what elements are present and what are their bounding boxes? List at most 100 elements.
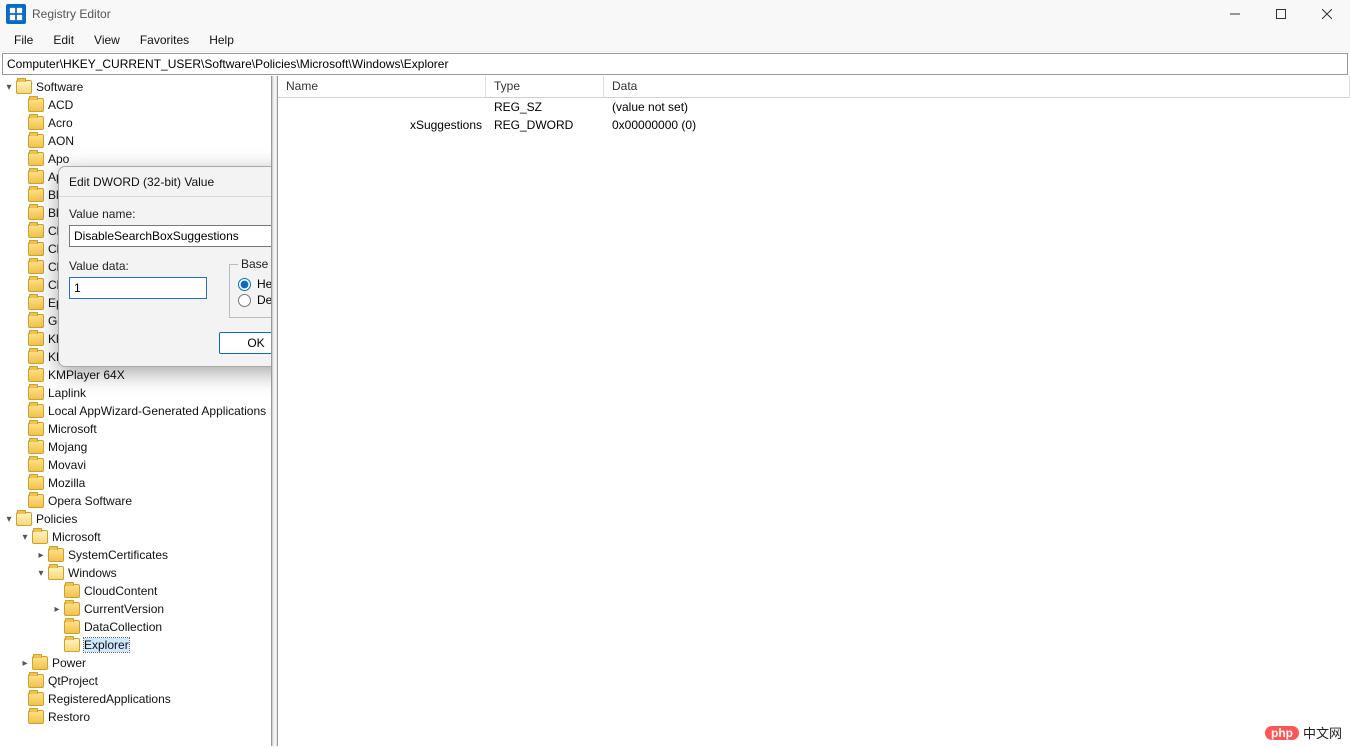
dialog-titlebar[interactable]: Edit DWORD (32-bit) Value [59, 167, 272, 197]
dialog-title: Edit DWORD (32-bit) Value [69, 175, 214, 189]
column-data[interactable]: Data [604, 76, 1350, 97]
menu-help[interactable]: Help [199, 30, 244, 50]
expand-icon[interactable]: ▸ [50, 604, 64, 615]
folder-icon [32, 530, 48, 544]
tree-pane[interactable]: ▾Software ACDAcroAONApoApplBlueBlueChatC… [0, 76, 272, 746]
tree-node[interactable]: Mojang [0, 438, 271, 456]
tree-node[interactable]: KMPlayer 64X [0, 366, 271, 384]
tree-node-qtproject[interactable]: QtProject [0, 672, 271, 690]
folder-icon [28, 260, 44, 274]
radio-decimal[interactable] [238, 294, 251, 307]
value-name-partial: xSuggestions [410, 118, 482, 132]
collapse-icon[interactable]: ▾ [2, 82, 16, 93]
tree-node[interactable]: Laplink [0, 384, 271, 402]
folder-icon [28, 188, 44, 202]
list-row[interactable]: xSuggestions REG_DWORD 0x00000000 (0) [278, 116, 1350, 134]
close-button[interactable] [1304, 0, 1350, 28]
window-controls [1212, 0, 1350, 28]
maximize-button[interactable] [1258, 0, 1304, 28]
folder-icon [28, 440, 44, 454]
ok-button[interactable]: OK [219, 332, 272, 354]
value-data-label: Value data: [69, 259, 229, 273]
folder-icon [64, 602, 80, 616]
list-header: Name Type Data [278, 76, 1350, 98]
address-bar[interactable]: Computer\HKEY_CURRENT_USER\Software\Poli… [2, 53, 1348, 75]
value-type: REG_DWORD [486, 118, 604, 132]
expand-icon[interactable]: ▸ [34, 550, 48, 561]
folder-icon [28, 674, 44, 688]
collapse-icon[interactable]: ▾ [2, 514, 16, 525]
folder-icon [28, 476, 44, 490]
tree-node-systemcertificates[interactable]: ▸SystemCertificates [0, 546, 271, 564]
folder-icon [28, 350, 44, 364]
value-data: 0x00000000 (0) [604, 118, 1350, 132]
folder-icon [28, 224, 44, 238]
column-name[interactable]: Name [278, 76, 486, 97]
titlebar: Registry Editor [0, 0, 1350, 28]
folder-icon [28, 422, 44, 436]
folder-icon [28, 152, 44, 166]
folder-icon [48, 548, 64, 562]
radio-hexadecimal[interactable] [238, 278, 251, 291]
tree-node-explorer[interactable]: Explorer [0, 636, 271, 654]
radio-decimal-label: Decimal [257, 293, 272, 307]
list-row[interactable]: (Default) REG_SZ (value not set) [278, 98, 1350, 116]
folder-icon [28, 494, 44, 508]
address-text: Computer\HKEY_CURRENT_USER\Software\Poli… [7, 57, 448, 71]
collapse-icon[interactable]: ▾ [34, 568, 48, 579]
folder-icon [28, 314, 44, 328]
tree-node-windows[interactable]: ▾Windows [0, 564, 271, 582]
value-type: REG_SZ [486, 100, 604, 114]
folder-icon [28, 458, 44, 472]
folder-icon [28, 692, 44, 706]
folder-icon [28, 404, 44, 418]
menu-view[interactable]: View [84, 30, 130, 50]
tree-node-software[interactable]: ▾Software [0, 78, 271, 96]
tree-node-power[interactable]: ▸Power [0, 654, 271, 672]
folder-icon [28, 134, 44, 148]
value-name-field[interactable] [69, 225, 272, 247]
tree-node[interactable]: Microsoft [0, 420, 271, 438]
menu-favorites[interactable]: Favorites [130, 30, 199, 50]
expand-icon[interactable]: ▸ [18, 658, 32, 669]
list-pane[interactable]: Name Type Data (Default) REG_SZ (value n… [278, 76, 1350, 746]
value-name-label: Value name: [69, 207, 272, 221]
collapse-icon[interactable]: ▾ [18, 532, 32, 543]
value-data-field[interactable] [69, 277, 207, 299]
folder-icon [28, 206, 44, 220]
tree-node-restoro[interactable]: Restoro [0, 708, 271, 726]
folder-icon [16, 80, 32, 94]
folder-icon [28, 296, 44, 310]
menu-edit[interactable]: Edit [43, 30, 84, 50]
tree-node-cloudcontent[interactable]: CloudContent [0, 582, 271, 600]
minimize-button[interactable] [1212, 0, 1258, 28]
tree-node-datacollection[interactable]: DataCollection [0, 618, 271, 636]
tree-node[interactable]: AON [0, 132, 271, 150]
app-icon [6, 4, 26, 24]
base-label: Base [238, 257, 271, 271]
folder-icon [28, 332, 44, 346]
value-data: (value not set) [604, 100, 1350, 114]
folder-icon [28, 386, 44, 400]
tree-node-policies[interactable]: ▾Policies [0, 510, 271, 528]
tree-node-microsoft[interactable]: ▾Microsoft [0, 528, 271, 546]
base-group: Base Hexadecimal Decimal [229, 257, 272, 318]
folder-icon [48, 566, 64, 580]
folder-icon [28, 710, 44, 724]
column-type[interactable]: Type [486, 76, 604, 97]
tree-node-currentversion[interactable]: ▸CurrentVersion [0, 600, 271, 618]
tree-node[interactable]: Acro [0, 114, 271, 132]
folder-icon [28, 278, 44, 292]
edit-dword-dialog: Edit DWORD (32-bit) Value Value name: Va… [58, 166, 272, 367]
tree-node[interactable]: Opera Software [0, 492, 271, 510]
menubar: File Edit View Favorites Help [0, 28, 1350, 52]
folder-icon [28, 368, 44, 382]
tree-node[interactable]: Local AppWizard-Generated Applications [0, 402, 271, 420]
menu-file[interactable]: File [4, 30, 43, 50]
tree-node[interactable]: ACD [0, 96, 271, 114]
folder-icon [32, 656, 48, 670]
folder-icon [64, 638, 80, 652]
tree-node[interactable]: Mozilla [0, 474, 271, 492]
tree-node-registeredapplications[interactable]: RegisteredApplications [0, 690, 271, 708]
tree-node[interactable]: Movavi [0, 456, 271, 474]
